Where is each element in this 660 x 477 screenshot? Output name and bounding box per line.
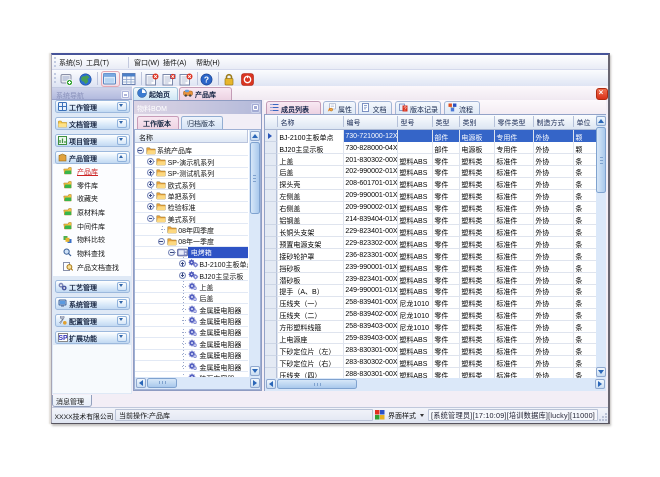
svg-text:?: ? [204,74,209,84]
svg-text:?: ? [403,107,406,112]
svg-text:SP: SP [58,335,68,342]
